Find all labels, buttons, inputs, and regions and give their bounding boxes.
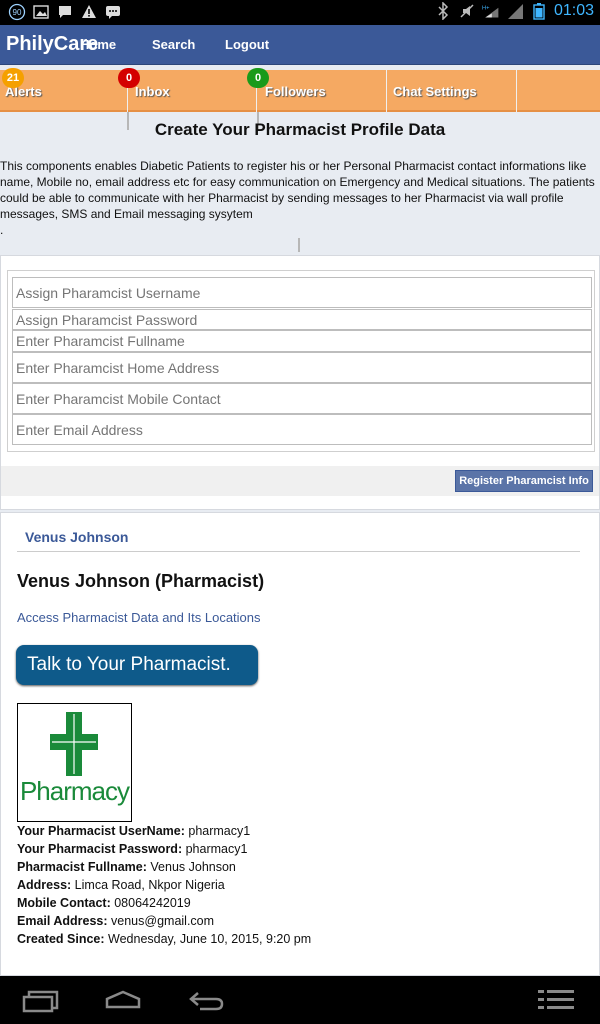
signal-h-plus-icon: H+	[482, 2, 500, 20]
detail-row: Pharmacist Fullname: Venus Johnson	[17, 860, 236, 874]
tab-followers[interactable]: Followers 0	[247, 68, 387, 112]
inbox-badge: 0	[118, 68, 140, 88]
page-title: Create Your Pharmacist Profile Data	[154, 120, 446, 139]
tab-inbox[interactable]: Inbox 0	[118, 68, 257, 112]
pharmacist-email-input[interactable]	[12, 414, 592, 445]
tab-chat-settings[interactable]: Chat Settings	[387, 70, 517, 112]
app-header: PhilyCare Home Search Logout	[0, 25, 600, 65]
chat-icon	[56, 3, 74, 21]
pharmacist-mobile-input[interactable]	[12, 383, 592, 414]
pharmacist-profile-card: Venus Johnson Venus Johnson (Pharmacist)…	[0, 512, 600, 976]
pharmacist-details: Your Pharmacist UserName: pharmacy1 Your…	[17, 822, 311, 948]
detail-row: Your Pharmacist Password: pharmacy1	[17, 842, 248, 856]
followers-badge: 0	[247, 68, 269, 88]
pharmacy-logo: Pharmacy	[17, 703, 132, 822]
battery-icon	[530, 2, 548, 20]
bbm-icon	[104, 3, 122, 21]
form-footer: Register Pharamcist Info	[1, 466, 599, 496]
status-bar: 90 H+ 01:03	[0, 0, 600, 25]
tab-alerts[interactable]: Alerts 21	[0, 68, 128, 112]
page-description: This components enables Diabetic Patient…	[0, 159, 595, 221]
pharmacist-form	[7, 270, 595, 452]
access-pharmacist-data-link[interactable]: Access Pharmacist Data and Its Locations	[17, 610, 261, 625]
pharmacist-heading: Venus Johnson (Pharmacist)	[17, 571, 265, 591]
divider	[17, 551, 580, 552]
pharmacist-name-link[interactable]: Venus Johnson	[25, 529, 128, 545]
clock: 01:03	[553, 2, 594, 19]
signal-icon	[506, 2, 524, 20]
pharmacy-cross-icon	[50, 712, 98, 776]
recent-apps-icon[interactable]	[22, 989, 60, 1013]
detail-row: Email Address: venus@gmail.com	[17, 914, 215, 928]
back-icon[interactable]	[188, 990, 226, 1012]
detail-row: Address: Limca Road, Nkpor Nigeria	[17, 878, 225, 892]
talk-to-pharmacist-button[interactable]: Talk to Your Pharmacist.	[16, 645, 258, 685]
nav-search-link[interactable]: Search	[152, 37, 195, 52]
divider-tick	[298, 238, 300, 252]
home-icon[interactable]	[104, 990, 142, 1010]
description-dot: .	[0, 223, 4, 237]
svg-text:H+: H+	[482, 5, 490, 11]
bluetooth-icon	[434, 2, 452, 20]
tab-chat-settings-label: Chat Settings	[393, 84, 477, 99]
notification-count-icon: 90	[8, 3, 26, 21]
detail-row: Created Since: Wednesday, June 10, 2015,…	[17, 932, 312, 946]
menu-icon[interactable]	[538, 988, 576, 1012]
system-nav-bar	[0, 976, 600, 1024]
detail-row: Your Pharmacist UserName: pharmacy1	[17, 824, 251, 838]
nav-home-link[interactable]: Home	[80, 37, 116, 52]
logo-text: Pharmacy	[19, 776, 130, 806]
detail-row: Mobile Contact: 08064242019	[17, 896, 191, 910]
pharmacist-form-panel: Register Pharamcist Info	[0, 255, 600, 510]
nav-logout-link[interactable]: Logout	[225, 37, 269, 52]
tab-inbox-label: Inbox	[135, 84, 170, 99]
pharmacist-fullname-input[interactable]	[12, 330, 592, 352]
register-pharmacist-button[interactable]: Register Pharamcist Info	[455, 470, 593, 492]
pharmacist-address-input[interactable]	[12, 352, 592, 383]
tab-followers-label: Followers	[265, 84, 326, 99]
pharmacist-password-input[interactable]	[12, 309, 592, 330]
image-icon	[32, 3, 50, 21]
svg-text:90: 90	[13, 8, 22, 17]
tab-strip: Alerts 21 Inbox 0 Followers 0 Chat Setti…	[0, 68, 600, 112]
mute-icon	[458, 2, 476, 20]
alerts-badge: 21	[2, 68, 24, 88]
warning-icon	[80, 3, 98, 21]
pharmacist-username-input[interactable]	[12, 277, 592, 308]
